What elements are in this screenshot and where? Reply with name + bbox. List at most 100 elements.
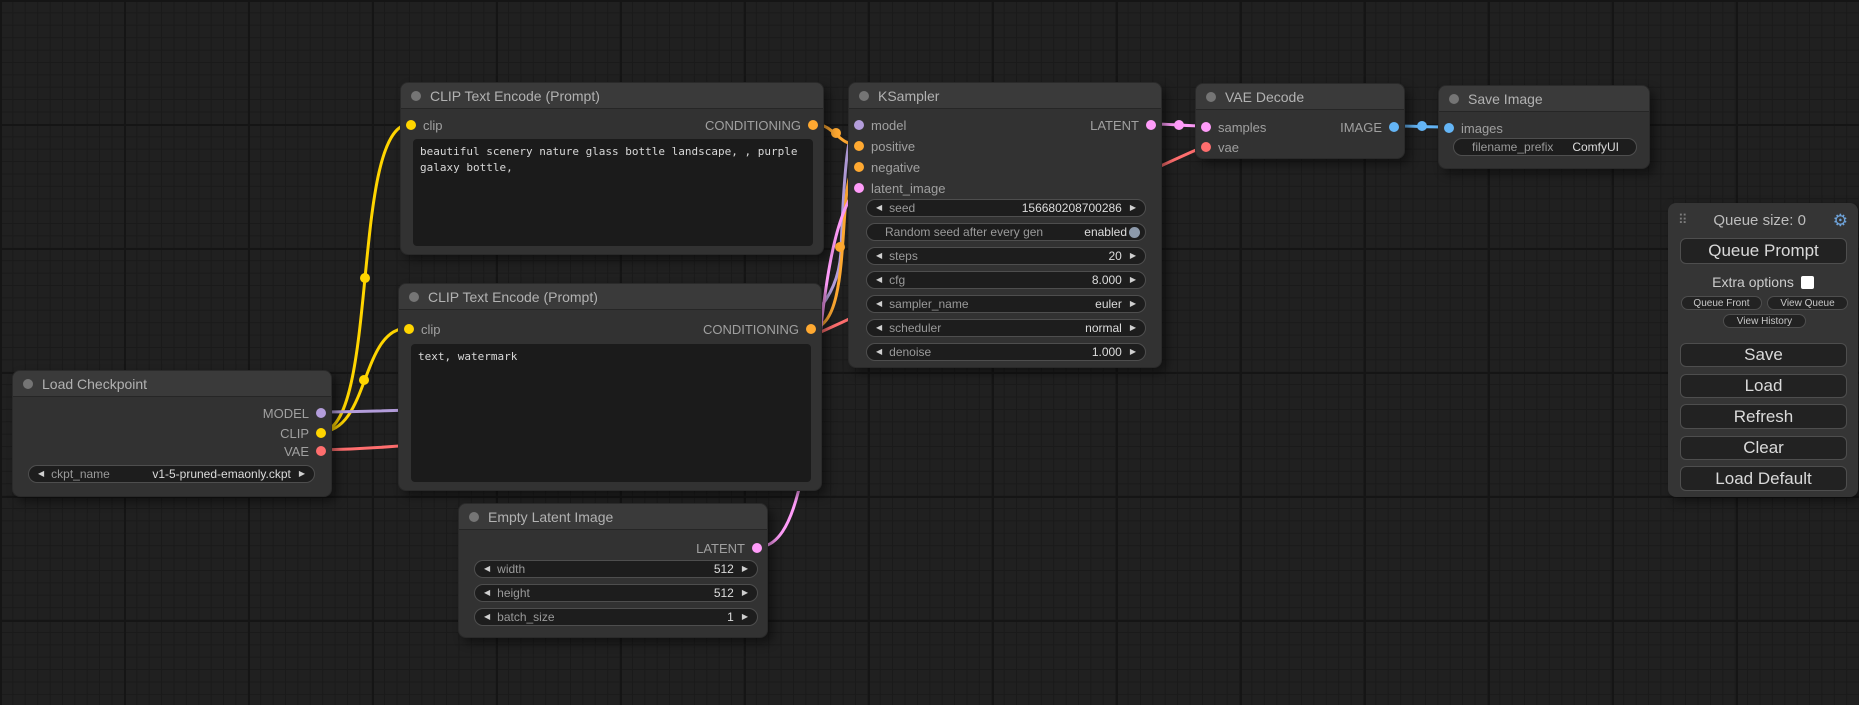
input-slot-positive[interactable]: positive	[854, 136, 915, 156]
left-arrow-icon[interactable]: ◀	[876, 252, 882, 260]
input-slot-clip[interactable]: clip	[404, 319, 441, 339]
input-slot-model[interactable]: model	[854, 115, 906, 135]
left-arrow-icon[interactable]: ◀	[38, 470, 44, 478]
image-slot-icon[interactable]	[1444, 123, 1454, 133]
prompt-textarea[interactable]: text, watermark	[411, 344, 811, 482]
clip-slot-icon[interactable]	[404, 324, 414, 334]
conditioning-slot-icon[interactable]	[808, 120, 818, 130]
node-title-bar[interactable]: VAE Decode	[1196, 84, 1404, 110]
steps-widget[interactable]: ◀ steps 20 ▶	[866, 247, 1146, 265]
output-slot-latent[interactable]: LATENT	[1090, 115, 1156, 135]
node-title-bar[interactable]: KSampler	[849, 83, 1161, 109]
view-queue-button[interactable]: View Queue	[1767, 296, 1848, 310]
node-clip-text-encode-positive[interactable]: CLIP Text Encode (Prompt) clip CONDITION…	[400, 82, 824, 255]
load-button[interactable]: Load	[1680, 374, 1847, 398]
extra-options-checkbox[interactable]	[1801, 276, 1814, 289]
output-slot-model[interactable]: MODEL	[263, 403, 326, 423]
latent-slot-icon[interactable]	[854, 183, 864, 193]
right-arrow-icon[interactable]: ▶	[1130, 300, 1136, 308]
node-vae-decode[interactable]: VAE Decode samples IMAGE vae	[1195, 83, 1405, 159]
output-slot-latent[interactable]: LATENT	[696, 538, 762, 558]
right-arrow-icon[interactable]: ▶	[1130, 324, 1136, 332]
left-arrow-icon[interactable]: ◀	[484, 613, 490, 621]
collapse-dot-icon[interactable]	[409, 292, 419, 302]
left-arrow-icon[interactable]: ◀	[876, 348, 882, 356]
model-slot-icon[interactable]	[316, 408, 326, 418]
collapse-dot-icon[interactable]	[23, 379, 33, 389]
clip-slot-icon[interactable]	[406, 120, 416, 130]
model-slot-icon[interactable]	[854, 120, 864, 130]
left-arrow-icon[interactable]: ◀	[484, 589, 490, 597]
view-history-button[interactable]: View History	[1723, 314, 1806, 328]
latent-slot-icon[interactable]	[1146, 120, 1156, 130]
input-slot-images[interactable]: images	[1444, 118, 1503, 138]
left-arrow-icon[interactable]: ◀	[876, 276, 882, 284]
width-widget[interactable]: ◀ width 512 ▶	[474, 560, 758, 578]
scheduler-widget[interactable]: ◀ scheduler normal ▶	[866, 319, 1146, 337]
output-slot-image[interactable]: IMAGE	[1340, 117, 1399, 137]
input-slot-negative[interactable]: negative	[854, 157, 920, 177]
node-title-bar[interactable]: CLIP Text Encode (Prompt)	[401, 83, 823, 109]
output-slot-clip[interactable]: CLIP	[280, 423, 326, 443]
conditioning-slot-icon[interactable]	[854, 162, 864, 172]
latent-slot-icon[interactable]	[752, 543, 762, 553]
image-slot-icon[interactable]	[1389, 122, 1399, 132]
output-slot-conditioning[interactable]: CONDITIONING	[703, 319, 816, 339]
node-save-image[interactable]: Save Image images filename_prefix ComfyU…	[1438, 85, 1650, 169]
vae-slot-icon[interactable]	[1201, 142, 1211, 152]
seed-widget[interactable]: ◀ seed 156680208700286 ▶	[866, 199, 1146, 217]
node-title-bar[interactable]: Load Checkpoint	[13, 371, 331, 397]
queue-front-button[interactable]: Queue Front	[1681, 296, 1762, 310]
node-ksampler[interactable]: KSampler model LATENT positive negative …	[848, 82, 1162, 368]
queue-prompt-button[interactable]: Queue Prompt	[1680, 238, 1847, 264]
load-default-button[interactable]: Load Default	[1680, 466, 1847, 491]
right-arrow-icon[interactable]: ▶	[1130, 204, 1136, 212]
node-load-checkpoint[interactable]: Load Checkpoint MODEL CLIP VAE ◀ ckpt_na…	[12, 370, 332, 497]
node-clip-text-encode-negative[interactable]: CLIP Text Encode (Prompt) clip CONDITION…	[398, 283, 822, 491]
save-button[interactable]: Save	[1680, 343, 1847, 367]
prompt-textarea[interactable]: beautiful scenery nature glass bottle la…	[413, 139, 813, 246]
left-arrow-icon[interactable]: ◀	[876, 300, 882, 308]
right-arrow-icon[interactable]: ▶	[299, 470, 305, 478]
collapse-dot-icon[interactable]	[859, 91, 869, 101]
ckpt-name-widget[interactable]: ◀ ckpt_name v1-5-pruned-emaonly.ckpt ▶	[28, 465, 315, 483]
node-title-bar[interactable]: Empty Latent Image	[459, 504, 767, 530]
filename-prefix-widget[interactable]: filename_prefix ComfyUI	[1453, 138, 1637, 156]
refresh-button[interactable]: Refresh	[1680, 404, 1847, 429]
output-slot-conditioning[interactable]: CONDITIONING	[705, 115, 818, 135]
toggle-knob-icon[interactable]	[1129, 227, 1140, 238]
vae-slot-icon[interactable]	[316, 446, 326, 456]
input-slot-clip[interactable]: clip	[406, 115, 443, 135]
right-arrow-icon[interactable]: ▶	[742, 613, 748, 621]
cfg-widget[interactable]: ◀ cfg 8.000 ▶	[866, 271, 1146, 289]
right-arrow-icon[interactable]: ▶	[742, 589, 748, 597]
left-arrow-icon[interactable]: ◀	[484, 565, 490, 573]
right-arrow-icon[interactable]: ▶	[1130, 276, 1136, 284]
random-seed-toggle[interactable]: Random seed after every gen enabled	[866, 223, 1146, 241]
right-arrow-icon[interactable]: ▶	[1130, 252, 1136, 260]
left-arrow-icon[interactable]: ◀	[876, 204, 882, 212]
node-title-bar[interactable]: Save Image	[1439, 86, 1649, 112]
collapse-dot-icon[interactable]	[1206, 92, 1216, 102]
comfyui-canvas[interactable]: { "colors": { "model": "#B39DDB", "clip"…	[0, 0, 1859, 705]
input-slot-vae[interactable]: vae	[1201, 137, 1239, 157]
collapse-dot-icon[interactable]	[1449, 94, 1459, 104]
clip-slot-icon[interactable]	[316, 428, 326, 438]
batch-size-widget[interactable]: ◀ batch_size 1 ▶	[474, 608, 758, 626]
input-slot-samples[interactable]: samples	[1201, 117, 1266, 137]
latent-slot-icon[interactable]	[1201, 122, 1211, 132]
conditioning-slot-icon[interactable]	[806, 324, 816, 334]
clear-button[interactable]: Clear	[1680, 436, 1847, 460]
drag-handle-icon[interactable]: ⠿	[1678, 212, 1687, 228]
right-arrow-icon[interactable]: ▶	[742, 565, 748, 573]
conditioning-slot-icon[interactable]	[854, 141, 864, 151]
node-empty-latent-image[interactable]: Empty Latent Image LATENT ◀ width 512 ▶ …	[458, 503, 768, 638]
output-slot-vae[interactable]: VAE	[284, 441, 326, 461]
sampler-name-widget[interactable]: ◀ sampler_name euler ▶	[866, 295, 1146, 313]
right-arrow-icon[interactable]: ▶	[1130, 348, 1136, 356]
left-arrow-icon[interactable]: ◀	[876, 324, 882, 332]
height-widget[interactable]: ◀ height 512 ▶	[474, 584, 758, 602]
node-title-bar[interactable]: CLIP Text Encode (Prompt)	[399, 284, 821, 310]
input-slot-latent-image[interactable]: latent_image	[854, 178, 945, 198]
denoise-widget[interactable]: ◀ denoise 1.000 ▶	[866, 343, 1146, 361]
